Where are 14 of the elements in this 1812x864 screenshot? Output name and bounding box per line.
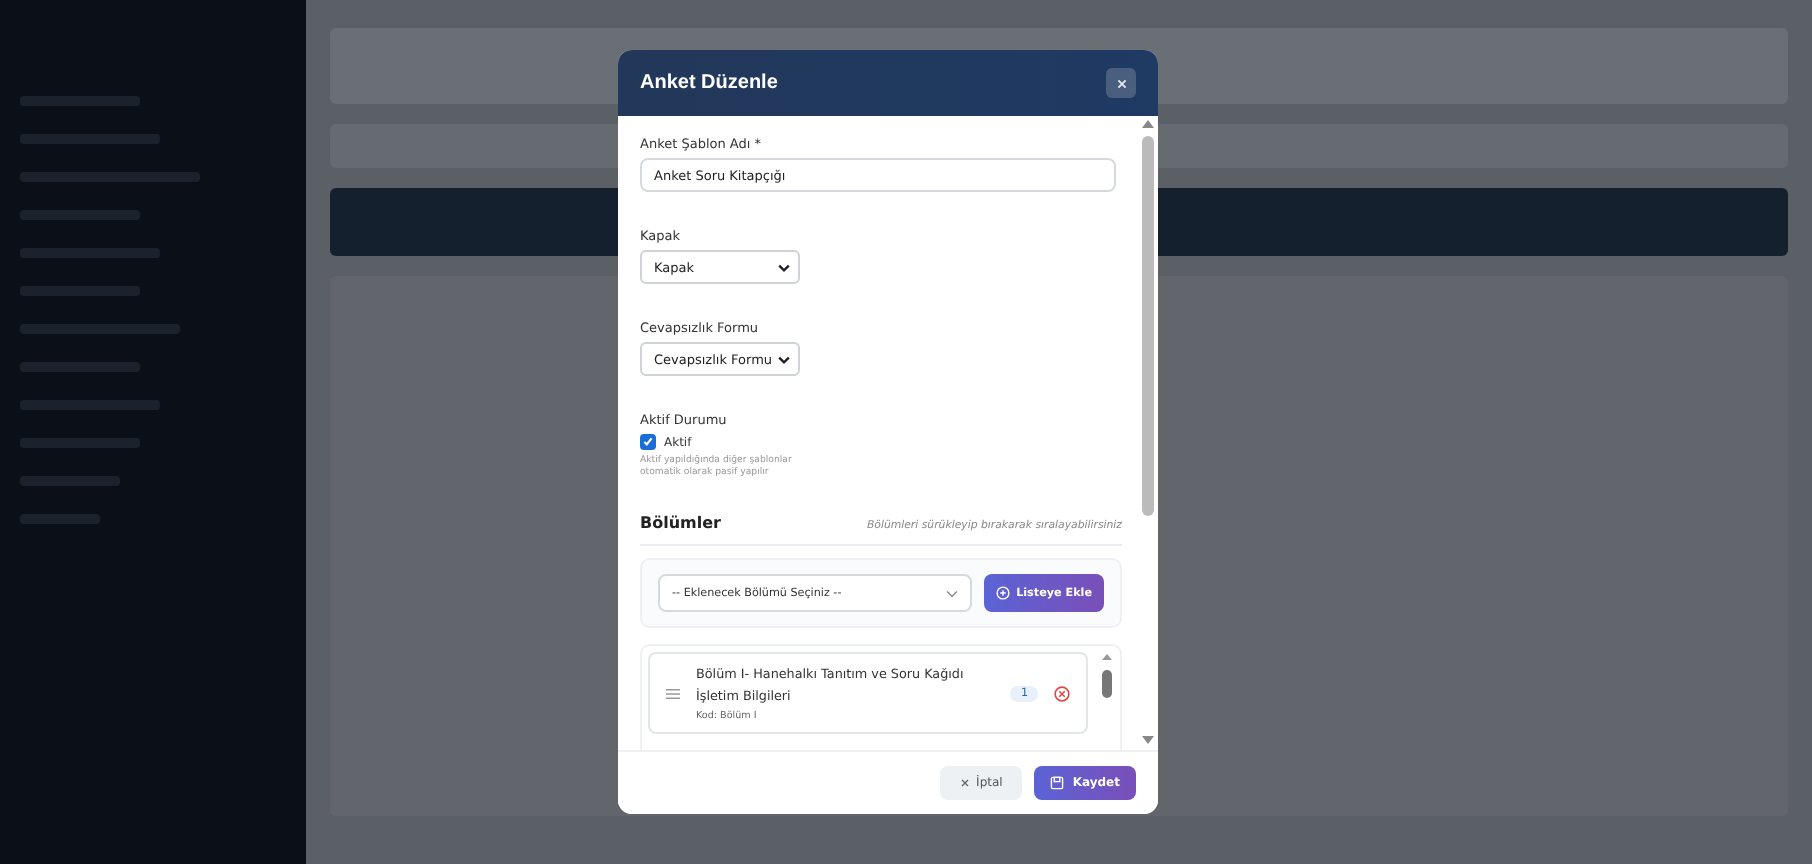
checkmark-icon — [642, 436, 654, 448]
close-circle-icon — [1054, 685, 1070, 702]
plus-circle-icon — [996, 586, 1011, 601]
close-button[interactable] — [1106, 68, 1136, 98]
chevron-down-icon — [946, 587, 959, 600]
remove-button[interactable] — [1054, 685, 1070, 702]
checkbox[interactable] — [640, 434, 656, 450]
chevron-down-icon — [778, 353, 790, 365]
chevron-down-icon — [778, 261, 790, 273]
drag-handle-icon[interactable] — [666, 687, 680, 700]
close-icon — [960, 778, 971, 788]
dialog-title: Anket Düzenle — [640, 72, 778, 94]
section-title: Bölümler — [640, 514, 721, 533]
close-icon — [1115, 77, 1127, 89]
